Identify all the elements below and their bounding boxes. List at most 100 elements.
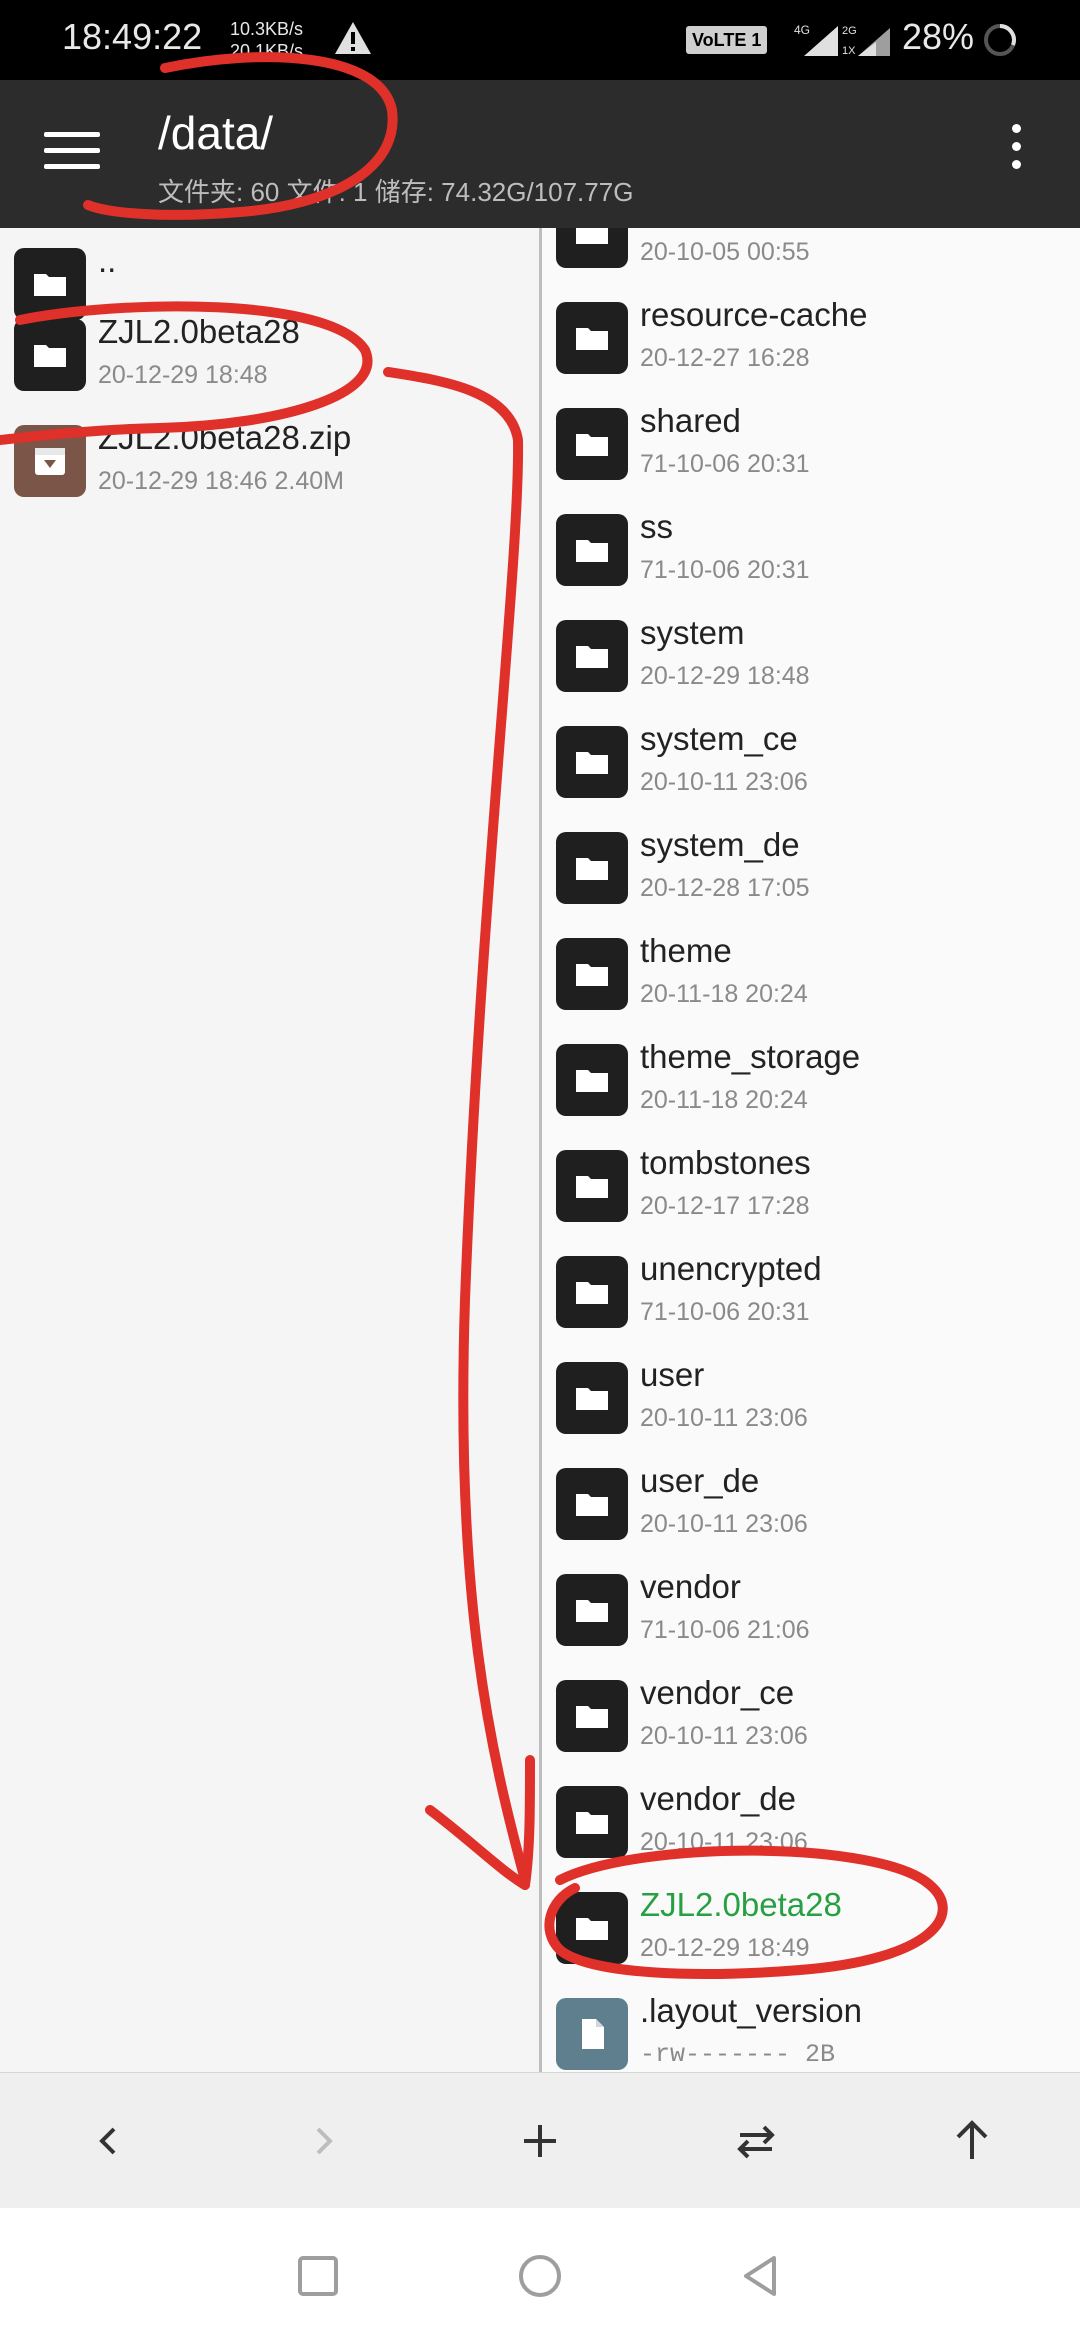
- folder-icon: [556, 620, 628, 692]
- back-arrow-icon[interactable]: [78, 2111, 138, 2171]
- svg-text:2G: 2G: [842, 25, 857, 37]
- list-item[interactable]: system 20-12-29 18:48: [542, 600, 1080, 706]
- item-name: vendor_de: [640, 1780, 796, 1817]
- item-meta: 20-12-29 18:49: [640, 1934, 810, 1962]
- app-bar: /data/ 文件夹: 60 文件: 1 储存: 74.32G/107.77G: [0, 80, 1080, 228]
- item-meta: 20-12-29 18:48: [640, 662, 810, 690]
- item-meta: 20-10-11 23:06: [640, 1404, 808, 1432]
- upload-speed: 10.3KB/s: [230, 19, 304, 39]
- item-name: .layout_version: [640, 1992, 862, 2029]
- folder-icon: [556, 1362, 628, 1434]
- item-meta: 20-10-11 23:06: [640, 768, 808, 796]
- item-name: theme: [640, 932, 732, 969]
- list-item[interactable]: ZJL2.0beta28 20-12-29 18:49: [542, 1872, 1080, 1978]
- item-name: vendor_ce: [640, 1674, 795, 1711]
- folder-icon: [556, 832, 628, 904]
- list-item[interactable]: system_de 20-12-28 17:05: [542, 812, 1080, 918]
- list-item[interactable]: ss 71-10-06 20:31: [542, 494, 1080, 600]
- left-file-pane[interactable]: .. ZJL2.0beta28 20-12-29 18:48 ZJL2.0bet…: [0, 228, 540, 2072]
- folder-icon: [556, 1256, 628, 1328]
- folder-icon: [556, 1680, 628, 1752]
- up-arrow-icon[interactable]: [942, 2111, 1002, 2171]
- battery-ring-icon: [984, 24, 1016, 56]
- item-name: system_ce: [640, 720, 798, 757]
- list-item[interactable]: unencrypted 71-10-06 20:31: [542, 1236, 1080, 1342]
- item-meta: 20-12-29 18:48: [98, 361, 268, 389]
- folder-icon: [556, 408, 628, 480]
- bottom-toolbar: [0, 2072, 1080, 2209]
- battery-percent: 28%: [902, 16, 975, 57]
- list-item[interactable]: shared 71-10-06 20:31: [542, 388, 1080, 494]
- list-item[interactable]: ZJL2.0beta28 20-12-29 18:48: [0, 299, 540, 405]
- item-meta: 71-10-06 20:31: [640, 1298, 810, 1326]
- directory-summary: 文件夹: 60 文件: 1 储存: 74.32G/107.77G: [158, 177, 634, 207]
- item-name: ZJL2.0beta28: [640, 1886, 842, 1923]
- item-name: tombstones: [640, 1144, 811, 1181]
- item-name: ZJL2.0beta28.zip: [98, 419, 352, 456]
- status-bar: 18:49:22 10.3KB/s 20.1KB/s VoLTE 1 4G 2G…: [0, 0, 1080, 80]
- item-meta: 71-10-06 20:31: [640, 450, 810, 478]
- item-meta: 71-10-06 20:31: [640, 556, 810, 584]
- folder-icon: [556, 228, 628, 268]
- item-meta: 20-12-27 16:28: [640, 344, 810, 372]
- system-nav-bar: [0, 2208, 1080, 2340]
- download-speed: 20.1KB/s: [230, 41, 304, 61]
- folder-icon: [556, 938, 628, 1010]
- warning-icon: [335, 22, 371, 54]
- network-speed: 10.3KB/s 20.1KB/s: [230, 18, 303, 62]
- list-item[interactable]: user_de 20-10-11 23:06: [542, 1448, 1080, 1554]
- list-item[interactable]: vendor 71-10-06 21:06: [542, 1554, 1080, 1660]
- list-item[interactable]: tombstones 20-12-17 17:28: [542, 1130, 1080, 1236]
- list-item[interactable]: theme 20-11-18 20:24: [542, 918, 1080, 1024]
- archive-icon: [14, 425, 86, 497]
- svg-text:4G: 4G: [794, 23, 810, 37]
- signal-4g-icon: 4G: [794, 23, 838, 56]
- home-circle-icon[interactable]: [512, 2248, 568, 2304]
- folder-icon: [556, 1892, 628, 1964]
- item-meta: 20-11-18 20:24: [640, 980, 808, 1008]
- list-item[interactable]: system_ce 20-10-11 23:06: [542, 706, 1080, 812]
- item-meta: 20-10-05 00:55: [640, 238, 810, 266]
- item-name: ss: [640, 508, 673, 545]
- list-item[interactable]: theme_storage 20-11-18 20:24: [542, 1024, 1080, 1130]
- list-item[interactable]: resource-cache 20-12-27 16:28: [542, 282, 1080, 388]
- list-item[interactable]: vendor_ce 20-10-11 23:06: [542, 1660, 1080, 1766]
- hamburger-menu-icon[interactable]: [44, 132, 100, 176]
- list-item[interactable]: 20-10-05 00:55: [542, 228, 1080, 282]
- item-meta: 20-12-17 17:28: [640, 1192, 810, 1220]
- item-name: user: [640, 1356, 705, 1393]
- back-triangle-icon[interactable]: [734, 2248, 790, 2304]
- list-item[interactable]: .layout_version -rw------- 2B: [542, 1978, 1080, 2072]
- item-meta: 20-10-11 23:06: [640, 1510, 808, 1538]
- right-file-pane[interactable]: 20-10-05 00:55 resource-cache 20-12-27 16:…: [542, 228, 1080, 2072]
- svg-text:1X: 1X: [842, 45, 856, 57]
- recents-square-icon[interactable]: [290, 2248, 346, 2304]
- folder-icon: [556, 514, 628, 586]
- swap-panes-icon[interactable]: [726, 2111, 786, 2171]
- item-meta: 20-12-28 17:05: [640, 874, 810, 902]
- folder-icon: [556, 302, 628, 374]
- item-name: system_de: [640, 826, 800, 863]
- item-meta: 20-10-11 23:06: [640, 1828, 808, 1856]
- item-name: shared: [640, 402, 741, 439]
- item-meta: -rw------- 2B: [640, 2040, 836, 2069]
- folder-icon: [556, 1468, 628, 1540]
- item-name: ..: [98, 242, 117, 279]
- list-item[interactable]: ZJL2.0beta28.zip 20-12-29 18:46 2.40M: [0, 405, 540, 511]
- more-vert-icon[interactable]: [1000, 124, 1032, 184]
- file-icon: [556, 1998, 628, 2070]
- folder-icon: [556, 726, 628, 798]
- folder-icon: [556, 1044, 628, 1116]
- item-meta: 20-12-29 18:46 2.40M: [98, 467, 345, 495]
- item-name: ZJL2.0beta28: [98, 313, 300, 350]
- item-name: unencrypted: [640, 1250, 822, 1287]
- item-name: resource-cache: [640, 296, 868, 333]
- list-item[interactable]: user 20-10-11 23:06: [542, 1342, 1080, 1448]
- item-meta: 20-10-11 23:06: [640, 1722, 808, 1750]
- folder-icon: [556, 1150, 628, 1222]
- item-name: system: [640, 614, 745, 651]
- forward-arrow-icon[interactable]: [294, 2111, 354, 2171]
- signal-2g-icon: 2G 1X: [842, 25, 890, 57]
- list-item[interactable]: vendor_de 20-10-11 23:06: [542, 1766, 1080, 1872]
- add-icon[interactable]: [510, 2111, 570, 2171]
